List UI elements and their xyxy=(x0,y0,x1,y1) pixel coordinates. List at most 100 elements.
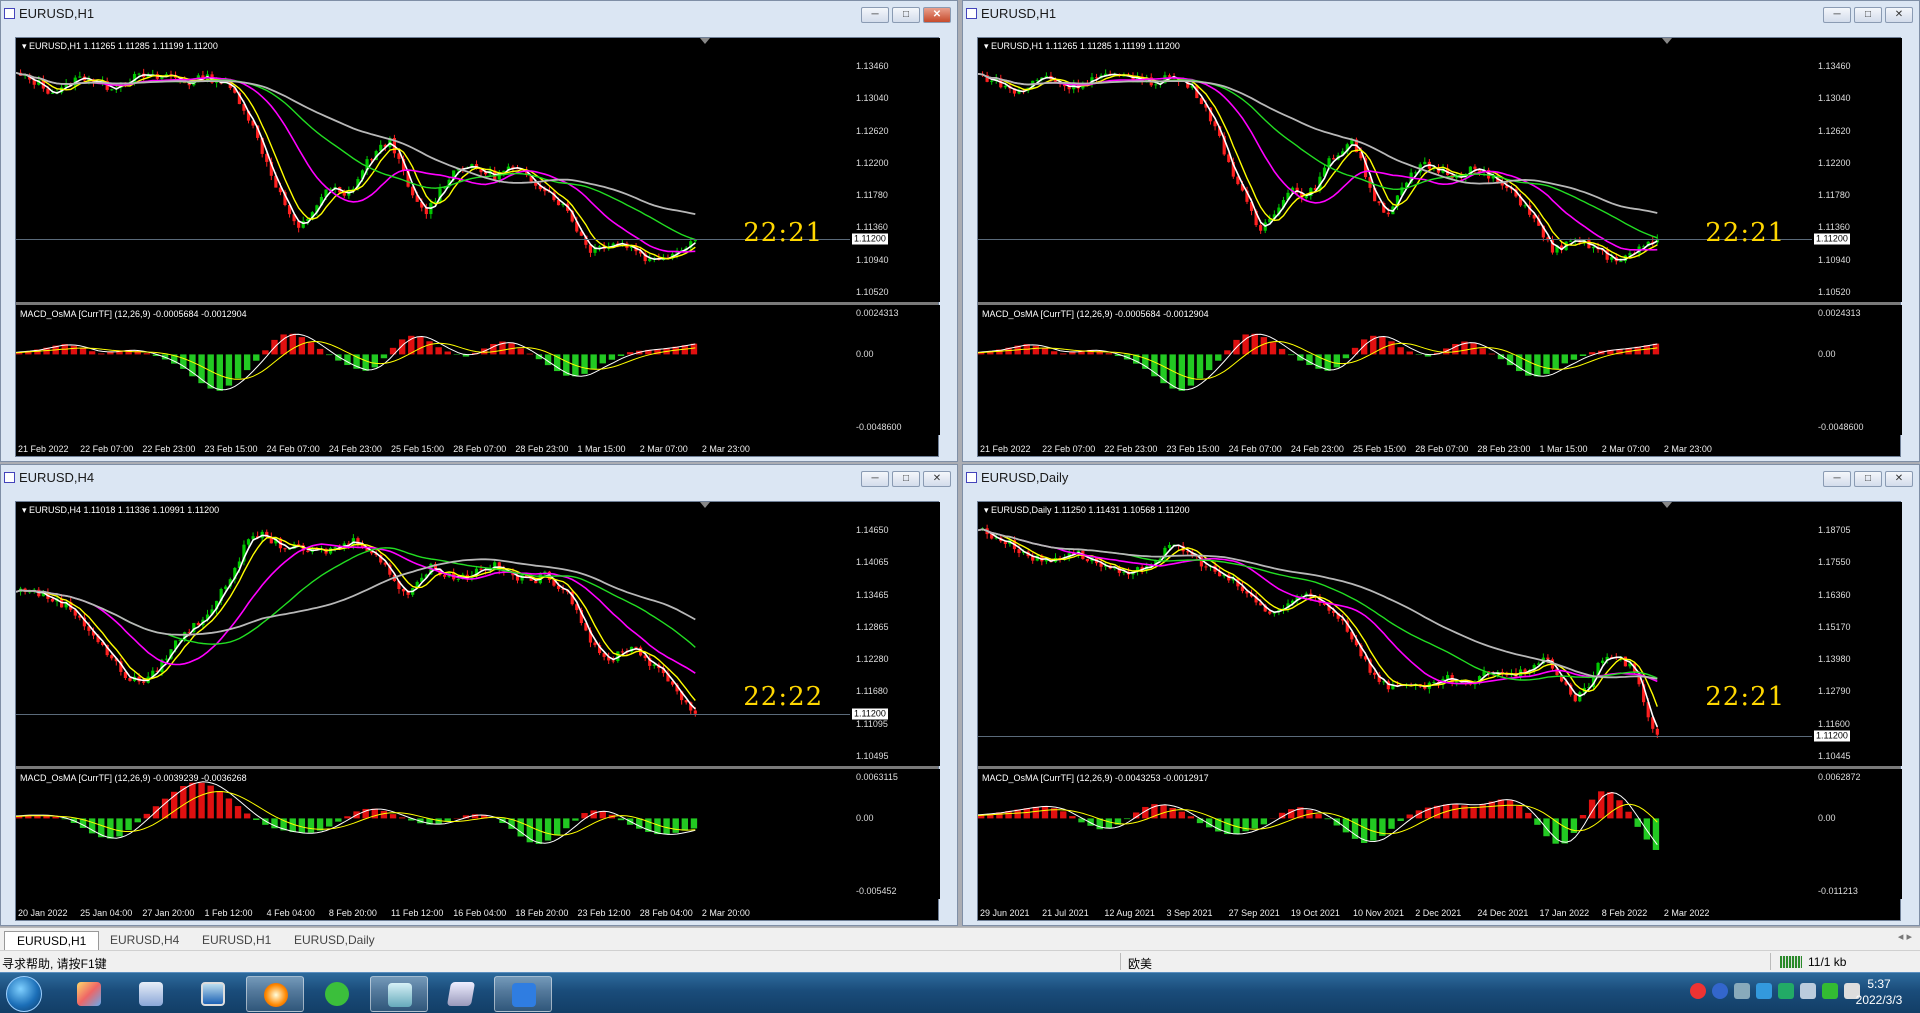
macd-histogram-bar xyxy=(617,354,625,357)
price-tick-label: 1.10445 xyxy=(1818,751,1851,761)
chart-area[interactable]: 1.11200 1.13460 1.13040 1.12620 1.12200 1.117… xyxy=(15,37,940,457)
tab-eurusd-h1[interactable]: EURUSD,H1 xyxy=(4,931,100,950)
time-tick-label: 2 Dec 2021 xyxy=(1415,908,1462,918)
close-button[interactable]: ✕ xyxy=(1885,471,1913,487)
minimize-button[interactable]: ─ xyxy=(1823,7,1851,23)
chart-area[interactable]: 1.11200 1.14650 1.14065 1.13465 1.12865 1.122… xyxy=(15,501,940,921)
tab-eurusd-daily[interactable]: EURUSD,Daily xyxy=(282,931,387,950)
price-tick-label: 1.11680 xyxy=(856,686,888,697)
candle-body xyxy=(1035,79,1039,81)
taskbar-paint-app[interactable] xyxy=(60,976,118,1012)
maximize-button[interactable]: □ xyxy=(892,7,920,23)
price-chart xyxy=(16,68,697,265)
tray-arrow-icon[interactable] xyxy=(1734,983,1750,999)
symbol-ohlc-label: ▾ EURUSD,H1 1.11265 1.11285 1.11199 1.11… xyxy=(984,41,1180,51)
time-axis: 20 Jan 2022 25 Jan 04:00 27 Jan 20:00 1 Feb… xyxy=(16,902,938,920)
tab-scroll-arrows[interactable]: ◂ ▸ xyxy=(1898,930,1912,943)
window-titlebar[interactable]: EURUSD,H4 xyxy=(1,465,957,491)
tab-eurusd-h4[interactable]: EURUSD,H4 xyxy=(98,931,191,950)
taskbar-notes-app[interactable] xyxy=(432,976,490,1012)
current-price-line xyxy=(978,736,1812,738)
price-tick-label: 1.10495 xyxy=(856,751,889,761)
candle-body xyxy=(1167,544,1172,548)
price-tick-label: 1.15170 xyxy=(1818,621,1851,632)
macd-histogram-bar xyxy=(1187,816,1195,819)
chart-area[interactable]: 1.11200 1.18705 1.17550 1.16360 1.15170 1.139… xyxy=(977,501,1902,921)
macd-histogram-bar xyxy=(1561,818,1568,844)
chart-window-eurusd-h1-a[interactable]: EURUSD,H1 ─ □ ✕ 1.11200 1.13460 1.13040 1.126… xyxy=(0,0,958,462)
macd-histogram-bar xyxy=(371,354,379,368)
macd-histogram-bar xyxy=(563,818,570,829)
sogou-icon[interactable] xyxy=(1690,983,1706,999)
macd-pane[interactable]: MACD_OsMA [CurrTF] (12,26,9) -0.0005684 … xyxy=(978,305,1902,435)
macd-histogram-bar xyxy=(1251,333,1258,355)
chart-window-eurusd-daily[interactable]: EURUSD,Daily ─ □ ✕ 1.11200 1.18705 1.17550 1.… xyxy=(962,464,1920,926)
macd-histogram-bar xyxy=(1032,806,1040,819)
flag-icon[interactable] xyxy=(1822,983,1838,999)
chart-shift-marker[interactable] xyxy=(1661,38,1672,44)
network-icon[interactable] xyxy=(1756,983,1772,999)
clock-overlay: 22:21 xyxy=(743,217,824,248)
tab-eurusd-h1-2[interactable]: EURUSD,H1 xyxy=(190,931,283,950)
maximize-button[interactable]: □ xyxy=(1854,471,1882,487)
price-pane[interactable]: 1.11200 1.13460 1.13040 1.12620 1.12200 1.117… xyxy=(16,38,940,302)
macd-histogram-bar xyxy=(1388,818,1395,829)
macd-pane[interactable]: MACD_OsMA [CurrTF] (12,26,9) -0.0005684 … xyxy=(16,305,940,435)
minimize-button[interactable]: ─ xyxy=(861,7,889,23)
price-pane[interactable]: 1.11200 1.13460 1.13040 1.12620 1.12200 1.117… xyxy=(978,38,1902,302)
maximize-button[interactable]: □ xyxy=(892,471,920,487)
shield-icon[interactable] xyxy=(1778,983,1794,999)
price-tick-label: 1.11360 xyxy=(856,222,888,233)
chart-window-eurusd-h1-b[interactable]: EURUSD,H1 ─ □ ✕ 1.11200 1.13460 1.13040 1.126… xyxy=(962,0,1920,462)
macd-histogram-bar xyxy=(1360,339,1368,355)
candle-body xyxy=(1373,672,1377,675)
volume-icon[interactable] xyxy=(1800,983,1816,999)
minimize-button[interactable]: ─ xyxy=(861,471,889,487)
chart-shift-marker[interactable] xyxy=(699,502,710,508)
chart-shift-marker[interactable] xyxy=(1661,502,1672,508)
close-button[interactable]: ✕ xyxy=(1885,7,1913,23)
candle-body xyxy=(1546,657,1550,660)
taskbar-pen-app[interactable] xyxy=(494,976,552,1012)
taskbar-display-app[interactable] xyxy=(184,976,242,1012)
price-pane[interactable]: 1.11200 1.18705 1.17550 1.16360 1.15170 1.139… xyxy=(978,502,1902,766)
macd-histogram-bar xyxy=(1169,807,1176,819)
candle-body xyxy=(1332,158,1336,160)
chart-window-eurusd-h4[interactable]: EURUSD,H4 ─ □ ✕ 1.11200 1.14650 1.14065 1.134… xyxy=(0,464,958,926)
window-titlebar[interactable]: EURUSD,H1 xyxy=(1,1,957,27)
taskbar-wechat-app[interactable] xyxy=(308,976,366,1012)
close-button[interactable]: ✕ xyxy=(923,7,951,23)
close-button[interactable]: ✕ xyxy=(923,471,951,487)
window-titlebar[interactable]: EURUSD,H1 xyxy=(963,1,1919,27)
candle-body xyxy=(456,578,460,580)
current-price-line xyxy=(16,238,850,240)
time-tick-label: 1 Mar 15:00 xyxy=(1539,444,1588,454)
taskbar-contacts-app[interactable] xyxy=(122,976,180,1012)
price-tick-label: 1.12200 xyxy=(856,157,889,168)
start-button[interactable] xyxy=(6,976,42,1012)
macd-histogram-bar xyxy=(335,818,342,822)
taskbar-orange-app[interactable] xyxy=(246,976,304,1012)
price-tick-label: 1.10520 xyxy=(1818,287,1851,297)
candle-body xyxy=(110,655,114,659)
wechat-icon xyxy=(325,982,349,1006)
macd-histogram-bar xyxy=(1260,337,1268,355)
chart-area[interactable]: 1.11200 1.13460 1.13040 1.12620 1.12200 1.117… xyxy=(977,37,1902,457)
macd-tick-label: 0.0024313 xyxy=(856,308,899,318)
macd-pane[interactable]: MACD_OsMA [CurrTF] (12,26,9) -0.0043253 … xyxy=(978,769,1902,899)
macd-histogram-bar xyxy=(216,791,223,819)
maximize-button[interactable]: □ xyxy=(1854,7,1882,23)
taskbar-mt4-app[interactable] xyxy=(370,976,428,1012)
macd-histogram-bar xyxy=(225,798,233,819)
macd-pane[interactable]: MACD_OsMA [CurrTF] (12,26,9) -0.0039239 … xyxy=(16,769,940,899)
help-icon[interactable] xyxy=(1712,983,1728,999)
chart-shift-marker[interactable] xyxy=(699,38,710,44)
window-titlebar[interactable]: EURUSD,Daily xyxy=(963,465,1919,491)
candle-body xyxy=(1432,682,1436,684)
tray-clock[interactable]: 5:37 2022/3/3 xyxy=(1844,976,1914,1008)
time-tick-label: 23 Feb 15:00 xyxy=(204,444,258,454)
price-pane[interactable]: 1.11200 1.14650 1.14065 1.13465 1.12865 1.122… xyxy=(16,502,940,766)
symbol-ohlc-label: ▾ EURUSD,H1 1.11265 1.11285 1.11199 1.11… xyxy=(22,41,218,51)
minimize-button[interactable]: ─ xyxy=(1823,471,1851,487)
chart-window-icon xyxy=(966,472,977,483)
